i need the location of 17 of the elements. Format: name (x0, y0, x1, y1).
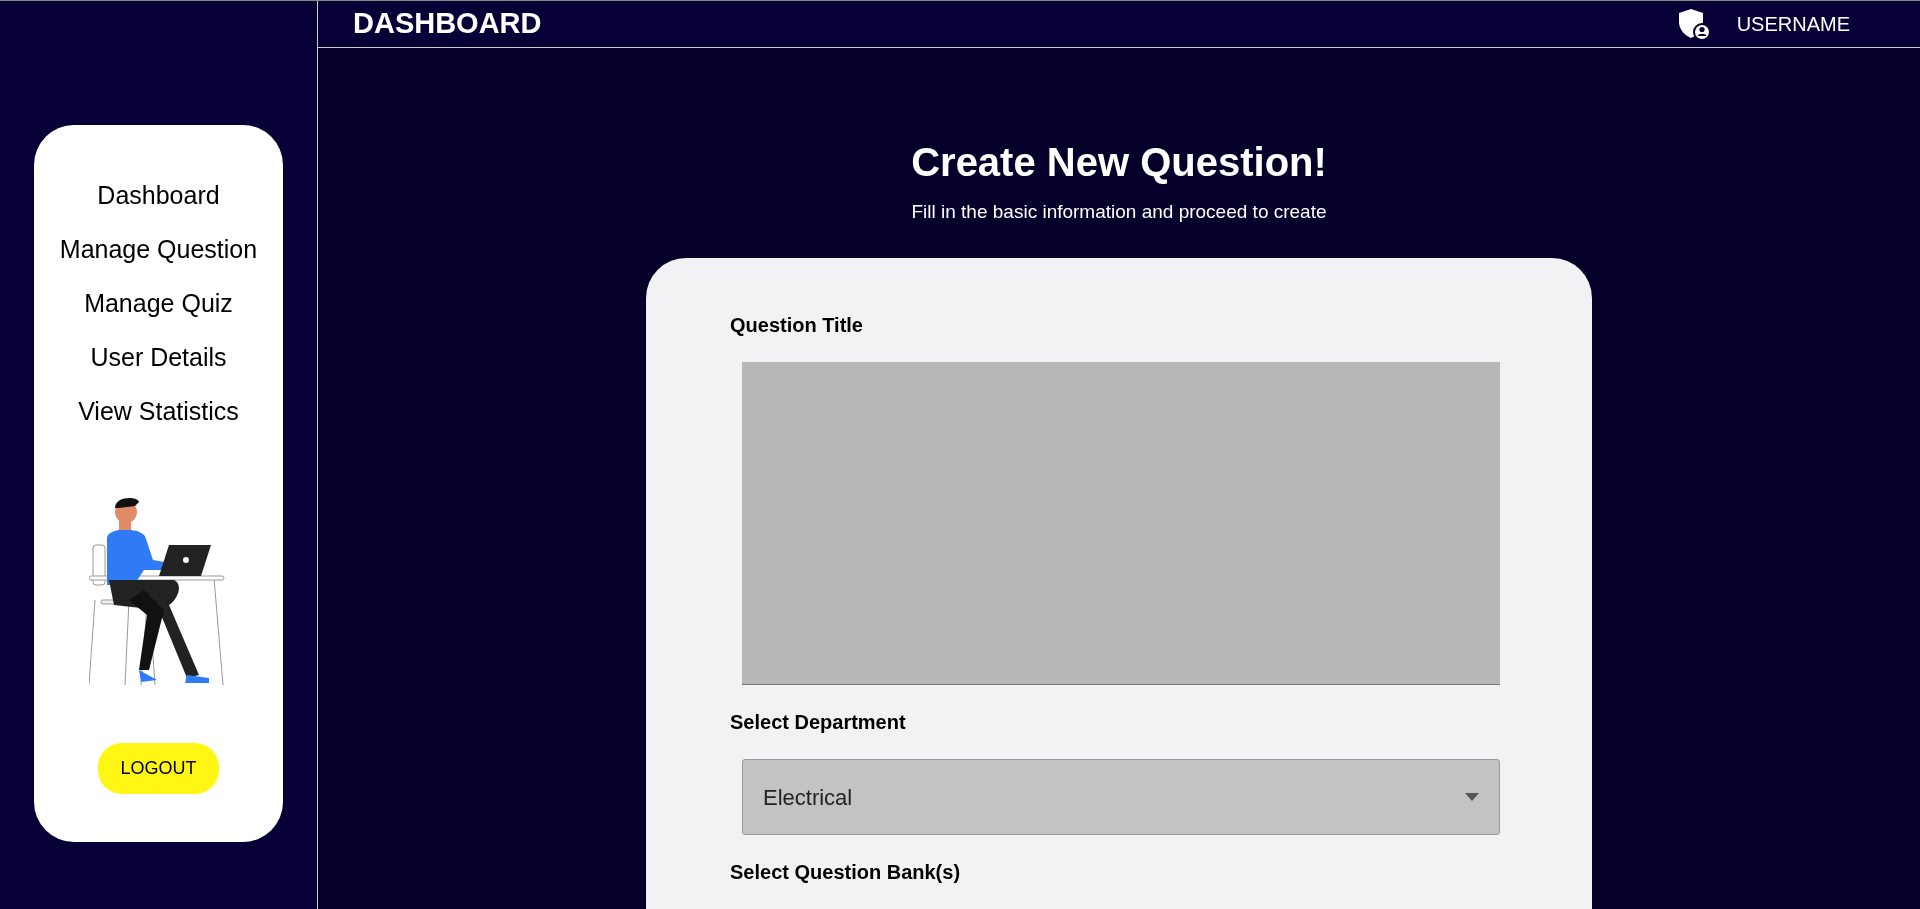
page-heading: Create New Question! (911, 138, 1327, 186)
page-title: DASHBOARD (353, 6, 542, 42)
logout-button[interactable]: LOGOUT (98, 743, 219, 794)
text-area-field[interactable] (742, 362, 1500, 685)
username-label[interactable]: USERNAME (1736, 8, 1850, 39)
dropdown-field[interactable]: Electrical (742, 759, 1500, 835)
field-label: Select Question Bank(s) (730, 860, 962, 885)
page-subheading: Fill in the basic information and proceed to create (911, 199, 1327, 224)
admin-shield-icon[interactable] (1676, 6, 1711, 41)
sidebar-nav-link[interactable]: Manage Question (59, 234, 258, 264)
dropdown-caret-icon (1465, 793, 1479, 801)
sidebar-nav-link[interactable]: View Statistics (78, 396, 239, 426)
sidebar-nav-link[interactable]: Manage Quiz (84, 288, 233, 318)
sidebar-nav-link[interactable]: Dashboard (97, 180, 220, 210)
sidebar-nav-link[interactable]: User Details (90, 342, 227, 372)
field-label: Question Title (730, 313, 864, 338)
field-label: Select Department (730, 710, 907, 735)
